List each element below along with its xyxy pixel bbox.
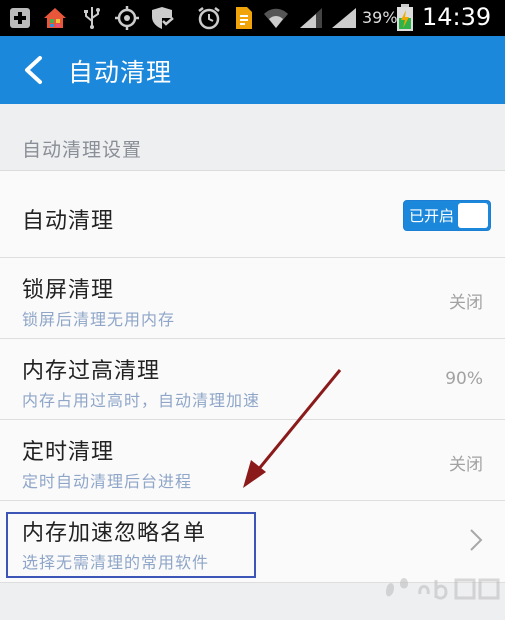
setting-subtitle: 选择无需清理的常用软件 [22, 553, 210, 572]
setting-title: 内存过高清理 [22, 359, 161, 384]
shield-check-icon [152, 7, 175, 29]
setting-ignore-list[interactable]: 内存加速忽略名单 选择无需清理的常用软件 [0, 501, 505, 583]
wifi-icon [264, 8, 288, 28]
setting-subtitle: 定时自动清理后台进程 [22, 472, 193, 491]
status-bar: 39% 14:39 [0, 0, 505, 36]
status-time: 14:39 [422, 3, 492, 31]
setting-title: 锁屏清理 [22, 278, 115, 303]
setting-scheduled-clean[interactable]: 定时清理 定时自动清理后台进程 关闭 [0, 420, 505, 501]
home-app-icon [44, 8, 66, 28]
auto-clean-toggle[interactable]: 已开启 [403, 200, 491, 231]
setting-memory-high-clean[interactable]: 内存过高清理 内存占用过高时，自动清理加速 90% [0, 339, 505, 420]
settings-list: 自动清理 已开启 锁屏清理 锁屏后清理无用内存 关闭 内存过高清理 内存占用过高… [0, 170, 505, 583]
setting-title: 定时清理 [22, 440, 115, 465]
section-title: 自动清理设置 [22, 139, 143, 161]
battery-icon [397, 4, 413, 31]
signal-icon [332, 8, 356, 28]
page-title: 自动清理 [68, 58, 173, 87]
setting-auto-clean[interactable]: 自动清理 已开启 [0, 171, 505, 258]
add-notification-icon [10, 8, 30, 28]
file-icon [236, 7, 252, 29]
toggle-label: 已开启 [409, 207, 455, 225]
setting-lockscreen-clean[interactable]: 锁屏清理 锁屏后清理无用内存 关闭 [0, 258, 505, 339]
alarm-icon [198, 7, 220, 30]
setting-title: 自动清理 [22, 209, 115, 234]
setting-subtitle: 内存占用过高时，自动清理加速 [22, 391, 261, 410]
app-bar: 自动清理 [0, 36, 505, 104]
gps-icon [115, 6, 139, 30]
setting-value: 关闭 [449, 455, 483, 475]
battery-percent: 39% [362, 8, 398, 27]
toggle-knob [458, 203, 488, 228]
back-button[interactable] [14, 50, 54, 90]
chevron-right-icon [470, 529, 483, 551]
setting-subtitle: 锁屏后清理无用内存 [22, 310, 176, 329]
setting-value: 90% [445, 369, 483, 389]
setting-value: 关闭 [449, 293, 483, 313]
usb-icon [84, 7, 100, 29]
setting-title: 内存加速忽略名单 [22, 521, 207, 546]
signal-icon [300, 8, 322, 28]
chevron-left-icon [25, 56, 42, 84]
section-header: 自动清理设置 [0, 104, 505, 170]
